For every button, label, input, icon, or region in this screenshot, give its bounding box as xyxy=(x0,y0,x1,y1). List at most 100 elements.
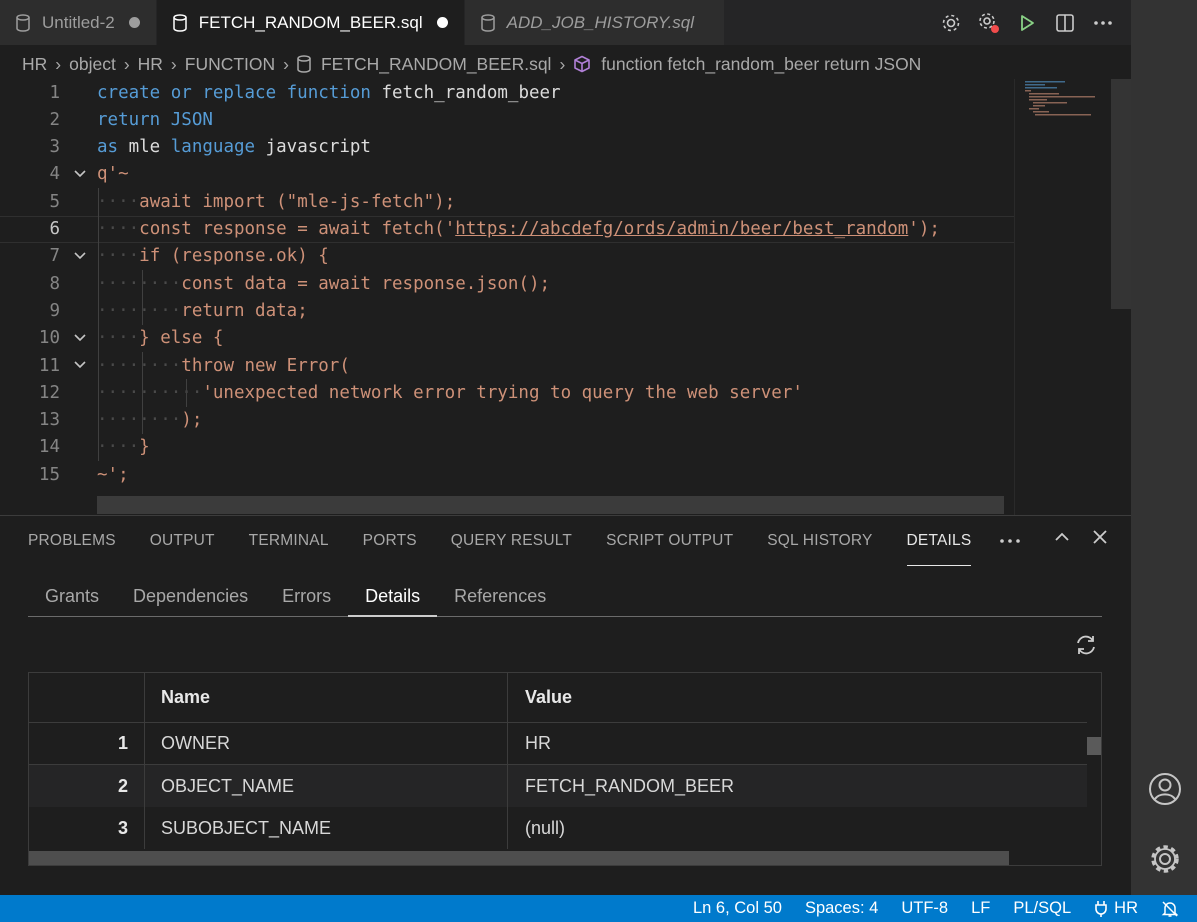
code-text: ········throw new Error( xyxy=(97,356,350,376)
subtab-references[interactable]: References xyxy=(437,578,563,617)
breadcrumb: HR › object › HR › FUNCTION › FETCH_RAND… xyxy=(0,45,1131,83)
code-token: 'unexpected network error trying to quer… xyxy=(202,382,803,403)
table-row[interactable]: 2 OBJECT_NAME FETCH_RANDOM_BEER xyxy=(29,765,1087,807)
code-line[interactable]: 1 create or replace function fetch_random… xyxy=(0,79,1014,106)
grid-horizontal-scrollbar[interactable] xyxy=(29,851,1009,865)
indentation[interactable]: Spaces: 4 xyxy=(805,899,878,918)
code-line[interactable]: 9 ········return data; xyxy=(0,297,1014,324)
table-row[interactable]: 1 OWNER HR xyxy=(29,723,1087,765)
tab-output[interactable]: OUTPUT xyxy=(150,516,215,566)
code-line[interactable]: 11 ········throw new Error( xyxy=(0,352,1014,379)
grid-vertical-scrollbar[interactable] xyxy=(1087,737,1101,755)
settings-gear-icon[interactable] xyxy=(939,11,963,35)
code-token: return JSON xyxy=(97,109,213,130)
language-mode[interactable]: PL/SQL xyxy=(1013,899,1071,918)
editor-horizontal-scrollbar[interactable] xyxy=(97,496,1004,514)
code-line[interactable]: 7 ····if (response.ok) { xyxy=(0,243,1014,270)
code-line[interactable]: 6 ····const response = await fetch('https… xyxy=(0,215,1014,243)
cell-value[interactable]: FETCH_RANDOM_BEER xyxy=(508,765,1087,807)
tab-sql-history[interactable]: SQL HISTORY xyxy=(767,516,872,566)
code-line[interactable]: 8 ········const data = await response.jso… xyxy=(0,270,1014,297)
close-panel-icon[interactable] xyxy=(1091,528,1109,551)
code-line[interactable]: 10 ····} else { xyxy=(0,325,1014,352)
breadcrumb-symbol[interactable]: function fetch_random_beer return JSON xyxy=(601,54,921,75)
header-value[interactable]: Value xyxy=(508,673,1087,722)
editor-vertical-scrollbar[interactable] xyxy=(1111,79,1131,309)
code-token: ···· xyxy=(97,246,140,267)
tab-ports[interactable]: PORTS xyxy=(363,516,417,566)
line-number: 13 xyxy=(38,410,60,431)
tab-script-output[interactable]: SCRIPT OUTPUT xyxy=(606,516,733,566)
fold-chevron-icon[interactable] xyxy=(72,330,88,346)
maximize-panel-icon[interactable] xyxy=(1053,528,1071,551)
cell-value[interactable]: HR xyxy=(508,723,1087,764)
subtab-dependencies[interactable]: Dependencies xyxy=(116,578,265,617)
code-line[interactable]: 4 q'~ xyxy=(0,161,1014,188)
cell-name[interactable]: OBJECT_NAME xyxy=(145,765,508,807)
breadcrumb-item[interactable]: object xyxy=(69,54,116,75)
chevron-right-icon: › xyxy=(559,53,566,74)
manage-gear-icon[interactable] xyxy=(1148,842,1182,881)
tab-query-result[interactable]: QUERY RESULT xyxy=(451,516,572,566)
panel-actions xyxy=(1053,528,1109,551)
code-token: } else { xyxy=(139,328,224,349)
refresh-icon[interactable] xyxy=(1073,632,1099,658)
tab-fetch-random-beer[interactable]: FETCH_RANDOM_BEER.sql xyxy=(156,0,465,45)
fold-chevron-icon[interactable] xyxy=(72,357,88,373)
line-number: 5 xyxy=(49,191,60,212)
code-line[interactable]: 5 ····await import ("mle-js-fetch"); xyxy=(0,188,1014,215)
code-token: ···· xyxy=(97,328,140,349)
code-text: ····if (response.ok) { xyxy=(97,246,329,266)
code-line[interactable]: 14 ····} xyxy=(0,434,1014,461)
more-actions-icon[interactable] xyxy=(1091,11,1115,35)
breadcrumb-item[interactable]: HR xyxy=(22,54,47,75)
encoding[interactable]: UTF-8 xyxy=(901,899,948,918)
account-icon[interactable] xyxy=(1148,772,1182,811)
row-number: 3 xyxy=(29,807,145,849)
cursor-position[interactable]: Ln 6, Col 50 xyxy=(693,899,782,918)
code-editor[interactable]: 1 create or replace function fetch_random… xyxy=(0,79,1131,515)
code-line[interactable]: 3 as mle language javascript xyxy=(0,134,1014,161)
code-token: https://abcdefg/ords/admin/beer/best_ran… xyxy=(455,219,909,239)
code-token: ···· xyxy=(97,219,140,239)
breadcrumb-item[interactable]: HR xyxy=(138,54,163,75)
split-editor-icon[interactable] xyxy=(1053,11,1077,35)
subtab-errors[interactable]: Errors xyxy=(265,578,348,617)
tab-details[interactable]: DETAILS xyxy=(906,530,972,566)
subtab-grants[interactable]: Grants xyxy=(28,578,116,617)
code-token: await import ("mle-js-fetch"); xyxy=(139,191,456,212)
code-line[interactable]: 15 ~'; xyxy=(0,461,1014,488)
code-token: throw new Error( xyxy=(181,355,350,376)
fold-chevron-icon[interactable] xyxy=(72,166,88,182)
table-row[interactable]: 3 SUBOBJECT_NAME (null) xyxy=(29,807,1087,849)
run-icon[interactable] xyxy=(1015,11,1039,35)
header-name[interactable]: Name xyxy=(145,673,508,722)
row-number: 1 xyxy=(29,723,145,764)
tab-label: ADD_JOB_HISTORY.sql xyxy=(506,12,695,32)
debug-gear-icon[interactable] xyxy=(977,11,1001,35)
notifications-bell-icon[interactable] xyxy=(1161,900,1179,918)
breadcrumb-file[interactable]: FETCH_RANDOM_BEER.sql xyxy=(321,54,551,75)
modified-dot-icon[interactable] xyxy=(436,17,448,28)
more-tabs-icon[interactable] xyxy=(999,516,1021,566)
cell-name[interactable]: SUBOBJECT_NAME xyxy=(145,807,508,849)
code-line[interactable]: 13 ········); xyxy=(0,407,1014,434)
subtab-details[interactable]: Details xyxy=(348,578,438,617)
line-number: 10 xyxy=(38,328,60,349)
code-line[interactable]: 2 return JSON xyxy=(0,106,1014,133)
tab-untitled-2[interactable]: Untitled-2 xyxy=(0,0,157,45)
tab-problems[interactable]: PROBLEMS xyxy=(28,516,116,566)
tab-terminal[interactable]: TERMINAL xyxy=(249,516,329,566)
editor-tab-bar: Untitled-2 FETCH_RANDOM_BEER.sql ADD_JOB… xyxy=(0,0,1131,45)
details-grid: Name Value 1 OWNER HR 2 OBJECT_NAME FETC… xyxy=(28,672,1102,866)
minimap[interactable] xyxy=(1014,79,1110,515)
modified-dot-icon[interactable] xyxy=(128,17,140,28)
fold-chevron-icon[interactable] xyxy=(72,248,88,264)
connection-status[interactable]: HR xyxy=(1094,899,1138,918)
breadcrumb-item[interactable]: FUNCTION xyxy=(185,54,275,75)
tab-add-job-history[interactable]: ADD_JOB_HISTORY.sql xyxy=(464,0,726,45)
cell-value[interactable]: (null) xyxy=(508,807,1087,849)
code-line[interactable]: 12 ··········'unexpected network error tr… xyxy=(0,379,1014,406)
end-of-line[interactable]: LF xyxy=(971,899,990,918)
cell-name[interactable]: OWNER xyxy=(145,723,508,764)
